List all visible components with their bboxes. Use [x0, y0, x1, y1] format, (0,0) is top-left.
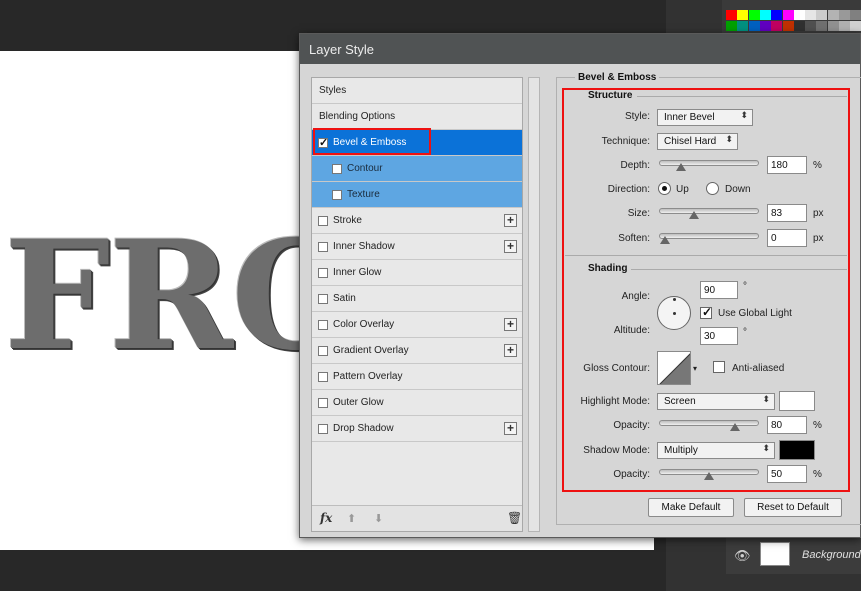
style-item-label: Color Overlay	[333, 319, 395, 330]
color-swatch[interactable]	[850, 21, 861, 31]
annotation-highlight-box	[562, 88, 850, 492]
reset-default-button[interactable]: Reset to Default	[744, 498, 842, 517]
style-item-label: Contour	[347, 163, 383, 174]
add-effect-icon[interactable]: +	[504, 422, 517, 435]
layer-name: Background	[802, 549, 861, 561]
style-item-texture[interactable]: Texture	[312, 182, 522, 208]
style-list-footer: fx ⬆ ⬇ 🗑	[312, 505, 522, 531]
style-item-checkbox[interactable]	[318, 242, 328, 252]
trash-icon[interactable]: 🗑	[507, 511, 522, 525]
add-effect-icon[interactable]: +	[504, 240, 517, 253]
color-swatch[interactable]	[827, 21, 839, 31]
swatches-panel[interactable]	[722, 0, 861, 36]
style-item-gradient-overlay[interactable]: Gradient Overlay +	[312, 338, 522, 364]
eye-icon[interactable]: 👁	[734, 548, 751, 564]
style-item-stroke[interactable]: Stroke +	[312, 208, 522, 234]
color-swatch[interactable]	[771, 10, 783, 20]
style-item-label: Inner Shadow	[333, 241, 395, 252]
style-item-inner-shadow[interactable]: Inner Shadow +	[312, 234, 522, 260]
style-item-label: Blending Options	[319, 111, 396, 122]
color-swatch[interactable]	[748, 21, 760, 31]
color-swatch[interactable]	[759, 21, 771, 31]
color-swatch[interactable]	[839, 21, 850, 31]
layer-thumbnail	[760, 542, 790, 566]
color-swatch[interactable]	[737, 21, 749, 31]
style-item-styles[interactable]: Styles	[312, 78, 522, 104]
layer-style-dialog: Layer Style Styles Blending Options Bevel …	[299, 33, 861, 538]
style-item-label: Outer Glow	[333, 397, 384, 408]
fx-button[interactable]: fx	[320, 511, 332, 525]
move-down-icon[interactable]: ⬇	[374, 512, 383, 525]
dialog-titlebar[interactable]: Layer Style	[300, 34, 860, 64]
style-item-label: Gradient Overlay	[333, 345, 409, 356]
style-item-checkbox[interactable]	[332, 164, 342, 174]
style-item-satin[interactable]: Satin	[312, 286, 522, 312]
section-title: Bevel & Emboss	[575, 72, 660, 83]
color-swatch[interactable]	[850, 10, 861, 20]
style-item-label: Styles	[319, 85, 347, 96]
color-swatch[interactable]	[737, 10, 749, 20]
color-swatch[interactable]	[805, 10, 817, 20]
layer-row-background[interactable]: 👁 Background	[726, 536, 861, 574]
color-swatch[interactable]	[793, 10, 805, 20]
style-item-label: Stroke	[333, 215, 362, 226]
color-swatch[interactable]	[726, 10, 737, 20]
style-item-drop-shadow[interactable]: Drop Shadow +	[312, 416, 522, 442]
style-list: StylesBlending OptionsBevel & EmbossCont…	[311, 77, 523, 532]
style-item-label: Texture	[347, 189, 380, 200]
color-swatch[interactable]	[793, 21, 805, 31]
style-item-checkbox[interactable]	[318, 346, 328, 356]
color-swatch[interactable]	[759, 10, 771, 20]
color-swatch[interactable]	[726, 21, 737, 31]
style-item-checkbox[interactable]	[318, 398, 328, 408]
color-swatch[interactable]	[805, 21, 817, 31]
style-item-pattern-overlay[interactable]: Pattern Overlay	[312, 364, 522, 390]
style-item-label: Pattern Overlay	[333, 371, 403, 382]
color-swatch[interactable]	[839, 10, 850, 20]
style-item-label: Drop Shadow	[333, 423, 394, 434]
color-swatch[interactable]	[771, 21, 783, 31]
color-swatch[interactable]	[748, 10, 760, 20]
style-item-checkbox[interactable]	[318, 424, 328, 434]
style-item-outer-glow[interactable]: Outer Glow	[312, 390, 522, 416]
color-swatch[interactable]	[816, 21, 828, 31]
make-default-button[interactable]: Make Default	[648, 498, 734, 517]
color-swatch[interactable]	[782, 21, 794, 31]
style-item-checkbox[interactable]	[318, 320, 328, 330]
style-item-checkbox[interactable]	[318, 268, 328, 278]
color-swatch[interactable]	[816, 10, 828, 20]
style-item-label: Satin	[333, 293, 356, 304]
style-item-checkbox[interactable]	[318, 216, 328, 226]
style-item-contour[interactable]: Contour	[312, 156, 522, 182]
style-item-inner-glow[interactable]: Inner Glow	[312, 260, 522, 286]
style-item-color-overlay[interactable]: Color Overlay +	[312, 312, 522, 338]
style-item-checkbox[interactable]	[332, 190, 342, 200]
add-effect-icon[interactable]: +	[504, 214, 517, 227]
add-effect-icon[interactable]: +	[504, 318, 517, 331]
style-list-scrollbar[interactable]	[528, 77, 540, 532]
style-item-label: Inner Glow	[333, 267, 382, 278]
dialog-title: Layer Style	[309, 42, 375, 57]
style-item-checkbox[interactable]	[318, 294, 328, 304]
style-item-checkbox[interactable]	[318, 372, 328, 382]
annotation-highlight-box	[313, 128, 431, 155]
color-swatch[interactable]	[827, 10, 839, 20]
add-effect-icon[interactable]: +	[504, 344, 517, 357]
move-up-icon[interactable]: ⬆	[347, 512, 356, 525]
style-item-blending-options[interactable]: Blending Options	[312, 104, 522, 130]
color-swatch[interactable]	[782, 10, 794, 20]
